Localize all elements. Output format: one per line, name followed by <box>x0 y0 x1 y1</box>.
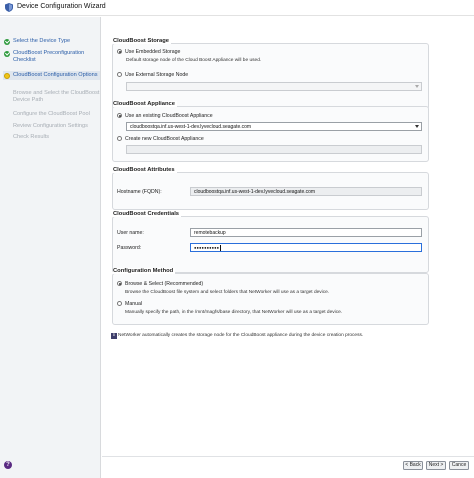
step-label: Browse and Select the CloudBoost Device … <box>13 90 100 103</box>
browse-select-description: Browse the CloudBoost file system and se… <box>125 290 330 295</box>
group-title: Configuration Method <box>113 268 176 274</box>
help-icon[interactable]: ? <box>4 461 12 469</box>
group-title: CloudBoost Storage <box>113 38 172 44</box>
title-bar: Device Configuration Wizard <box>0 0 474 16</box>
step-select-device-type[interactable]: Select the Device Type <box>4 38 100 45</box>
cloudboost-credentials-group: CloudBoost Credentials User name: remote… <box>112 211 429 273</box>
check-icon <box>4 38 10 45</box>
configuration-method-group: Configuration Method Browse & Select (Re… <box>112 268 429 325</box>
external-storage-node-select[interactable] <box>126 82 422 91</box>
wizard-footer: < Back Next > Cance <box>102 456 474 478</box>
use-embedded-storage-radio[interactable] <box>117 49 122 54</box>
step-label: CloudBoost Preconfiguration Checklist <box>13 50 85 63</box>
info-icon: i <box>111 333 117 339</box>
chevron-down-icon <box>415 125 419 128</box>
step-label: Review Configuration Settings <box>13 123 88 129</box>
wizard-steps-sidebar: Select the Device Type CloudBoost Precon… <box>0 17 101 478</box>
use-existing-appliance-label: Use an existing CloudBoost Appliance <box>125 113 213 119</box>
wizard-content: CloudBoost Storage Use Embedded Storage … <box>102 17 474 460</box>
use-embedded-storage-label: Use Embedded Storage <box>125 49 181 55</box>
existing-appliance-select[interactable]: cloudboostqa.inf.us-west-1-dev.lyvecloud… <box>126 122 422 131</box>
use-external-storage-label: Use External Storage Node <box>125 72 189 78</box>
text-cursor <box>219 244 221 251</box>
cloudboost-attributes-group: CloudBoost Attributes Hostname (FQDN): c… <box>112 167 429 210</box>
step-check-results: Check Results <box>4 134 100 141</box>
browse-select-label: Browse & Select (Recommended) <box>125 281 204 287</box>
step-configuration-options[interactable]: CloudBoost Configuration Options <box>3 71 100 80</box>
group-title: CloudBoost Appliance <box>113 101 177 107</box>
step-label: CloudBoost Configuration Options <box>13 72 98 78</box>
cancel-button[interactable]: Cance <box>449 461 469 470</box>
embedded-storage-description: Default storage node of the Cloud Boost … <box>126 58 262 63</box>
create-new-appliance-label: Create new CloudBoost Appliance <box>125 136 204 142</box>
username-label: User name: <box>117 230 144 236</box>
use-existing-appliance-radio[interactable] <box>117 113 122 118</box>
window-title: Device Configuration Wizard <box>17 3 106 10</box>
step-label: Select the Device Type <box>13 38 71 44</box>
current-step-icon <box>4 72 10 79</box>
step-label: Configure the CloudBoost Pool <box>13 111 90 117</box>
step-browse-device-path: Browse and Select the CloudBoost Device … <box>4 90 100 104</box>
check-icon <box>4 50 10 57</box>
chevron-down-icon <box>415 85 419 88</box>
step-review-settings: Review Configuration Settings <box>4 123 100 130</box>
password-label: Password: <box>117 245 142 251</box>
manual-radio[interactable] <box>117 301 122 306</box>
shield-icon <box>5 3 13 12</box>
new-appliance-input[interactable] <box>126 145 422 154</box>
step-preconfiguration-checklist[interactable]: CloudBoost Preconfiguration Checklist <box>4 50 100 64</box>
step-configure-pool: Configure the CloudBoost Pool <box>4 111 100 118</box>
next-button[interactable]: Next > <box>426 461 446 470</box>
group-title: CloudBoost Attributes <box>113 167 177 173</box>
create-new-appliance-radio[interactable] <box>117 136 122 141</box>
manual-label: Manual <box>125 301 143 307</box>
back-button[interactable]: < Back <box>403 461 423 470</box>
password-input[interactable]: ●●●●●●●●●● <box>190 243 422 252</box>
use-external-storage-radio[interactable] <box>117 72 122 77</box>
cloudboost-appliance-group: CloudBoost Appliance Use an existing Clo… <box>112 101 429 162</box>
info-message: NetWorker automatically creates the stor… <box>118 333 364 338</box>
manual-description: Manually specify the path, in the /mnt/m… <box>125 310 343 315</box>
browse-select-radio[interactable] <box>117 281 122 286</box>
group-title: CloudBoost Credentials <box>113 211 182 217</box>
hostname-field: cloudboostqa.inf.us-west-1-dev.lyvecloud… <box>190 187 422 196</box>
hostname-label: Hostname (FQDN): <box>117 189 162 195</box>
step-label: Check Results <box>13 134 50 140</box>
username-input[interactable]: remotebackup <box>190 228 422 237</box>
